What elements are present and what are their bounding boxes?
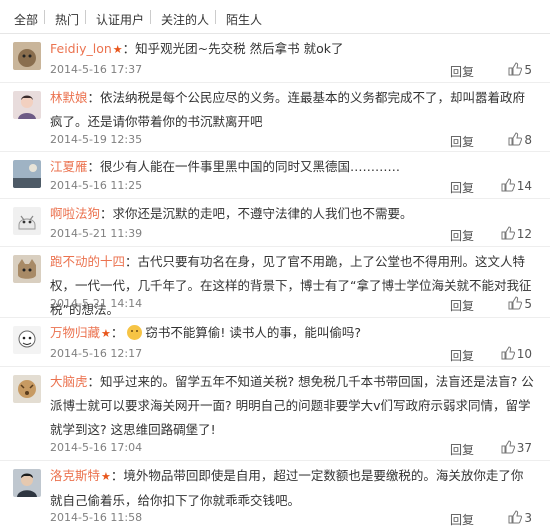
reply-button[interactable]: 回复	[450, 441, 474, 458]
comment-timestamp: 2014-5-16 11:25	[50, 179, 143, 192]
comment-item: 洛克斯特★：境外物品带回即使是自用，超过一定数额也是要缴税的。海关放你走了你就自…	[0, 461, 550, 527]
like-count: 8	[524, 133, 532, 147]
avatar[interactable]	[13, 255, 41, 283]
like-button[interactable]: 8	[508, 132, 532, 147]
comment-item: 江夏雁：很少有人能在一件事里黑中国的同时又黑德国………… 2014-5-16 1…	[0, 152, 550, 199]
reply-button[interactable]: 回复	[450, 227, 474, 244]
thumbs-up-icon	[508, 132, 523, 146]
comment-colon: ：	[87, 159, 101, 174]
comment-timestamp: 2014-5-16 11:58	[50, 511, 143, 524]
reply-button[interactable]: 回复	[450, 179, 474, 196]
like-count: 37	[516, 441, 532, 455]
avatar[interactable]	[13, 207, 41, 235]
thumbs-up-icon	[501, 440, 515, 454]
tab-divider	[44, 10, 45, 24]
like-count: 3	[524, 511, 532, 525]
avatar[interactable]	[13, 42, 41, 70]
avatar[interactable]	[13, 160, 41, 188]
comment-username[interactable]: 大脑虎	[50, 374, 88, 389]
comment-timestamp: 2014-5-21 14:14	[50, 297, 143, 310]
comment-text: 依法纳税是每个公民应尽的义务。连最基本的义务都完成不了，却叫嚣着政府疯了。还是请…	[50, 90, 526, 129]
tab-divider	[150, 10, 151, 24]
vip-badge-icon: ★	[101, 470, 111, 483]
avatar[interactable]	[13, 375, 41, 403]
avatar[interactable]	[13, 91, 41, 119]
tab-hot[interactable]: 热门	[55, 11, 79, 28]
comment-timestamp: 2014-5-16 17:37	[50, 63, 143, 76]
comment-item: 跑不动的十四：古代只要有功名在身，见了官不用跪，上了公堂也不得用刑。这文人特权，…	[0, 247, 550, 318]
tab-all[interactable]: 全部	[14, 11, 38, 28]
filter-tabs: 全部 热门 认证用户 关注的人 陌生人	[0, 0, 550, 34]
like-count: 5	[524, 297, 532, 311]
comment-item: Feidiy_lon★：知乎观光团~先交税 然后拿书 就ok了 2014-5-1…	[0, 34, 550, 83]
comment-colon: ：	[122, 41, 136, 56]
thumbs-up-icon	[508, 296, 523, 310]
reply-button[interactable]: 回复	[450, 347, 474, 364]
comment-text: 求你还是沉默的走吧，不遵守法律的人我们也不需要。	[112, 206, 413, 221]
tab-verified-users[interactable]: 认证用户	[96, 11, 144, 28]
reply-button[interactable]: 回复	[450, 511, 474, 528]
comment-timestamp: 2014-5-19 12:35	[50, 133, 143, 146]
like-button[interactable]: 12	[501, 226, 532, 241]
comment-username[interactable]: Feidiy_lon	[50, 41, 112, 56]
like-button[interactable]: 5	[508, 296, 532, 311]
comment-colon: ：	[125, 254, 138, 269]
reply-button[interactable]: 回复	[450, 63, 474, 80]
avatar[interactable]	[13, 326, 41, 354]
thumbs-up-icon	[508, 62, 523, 76]
vip-badge-icon: ★	[112, 43, 123, 56]
comment-username[interactable]: 跑不动的十四	[50, 254, 125, 269]
vip-badge-icon: ★	[101, 327, 111, 340]
like-count: 5	[524, 63, 532, 77]
comment-colon: ：	[110, 325, 124, 340]
comment-colon: ：	[100, 206, 113, 221]
comment-colon: ：	[87, 90, 101, 105]
comment-username[interactable]: 啊啦法狗	[50, 206, 100, 221]
comment-colon: ：	[110, 468, 124, 483]
tab-following[interactable]: 关注的人	[161, 11, 209, 28]
like-count: 12	[516, 227, 532, 241]
tab-divider	[215, 10, 216, 24]
comment-timestamp: 2014-5-21 11:39	[50, 227, 143, 240]
like-button[interactable]: 3	[508, 510, 532, 525]
thumbs-up-icon	[501, 178, 515, 192]
comment-text: 知乎观光团~先交税 然后拿书 就ok了	[135, 41, 344, 56]
like-count: 10	[516, 347, 532, 361]
comment-timestamp: 2014-5-16 12:17	[50, 347, 143, 360]
like-button[interactable]: 5	[508, 62, 532, 77]
tab-divider	[85, 10, 86, 24]
comment-item: 林默娘：依法纳税是每个公民应尽的义务。连最基本的义务都完成不了，却叫嚣着政府疯了…	[0, 83, 550, 152]
comment-colon: ：	[87, 374, 101, 389]
comment-text: 知乎过来的。留学五年不知道关税? 想免税几千本书带回国，法盲还是法盲? 公派博士…	[50, 374, 534, 437]
thumbs-up-icon	[508, 510, 523, 524]
tab-strangers[interactable]: 陌生人	[226, 11, 262, 28]
thumbs-up-icon	[501, 226, 515, 240]
comment-username[interactable]: 万物归藏	[50, 325, 100, 340]
comment-username[interactable]: 林默娘	[50, 90, 88, 105]
like-button[interactable]: 14	[501, 178, 532, 193]
comment-username[interactable]: 洛克斯特	[50, 468, 100, 483]
avatar[interactable]	[13, 469, 41, 497]
like-button[interactable]: 10	[501, 346, 532, 361]
like-count: 14	[516, 179, 532, 193]
reply-button[interactable]: 回复	[450, 133, 474, 150]
comment-timestamp: 2014-5-16 17:04	[50, 441, 143, 454]
emoticon-icon	[127, 325, 143, 340]
comment-username[interactable]: 江夏雁	[50, 159, 88, 174]
thumbs-up-icon	[501, 346, 515, 360]
comment-text: 窃书不能算偷! 读书人的事，能叫偷吗?	[145, 325, 362, 340]
comment-text: 很少有人能在一件事里黑中国的同时又黑德国…………	[100, 159, 401, 174]
comment-item: 大脑虎：知乎过来的。留学五年不知道关税? 想免税几千本书带回国，法盲还是法盲? …	[0, 367, 550, 461]
reply-button[interactable]: 回复	[450, 297, 474, 314]
comment-item: 啊啦法狗：求你还是沉默的走吧，不遵守法律的人我们也不需要。 2014-5-21 …	[0, 199, 550, 247]
like-button[interactable]: 37	[501, 440, 532, 455]
comment-item: 万物归藏★： 窃书不能算偷! 读书人的事，能叫偷吗? 2014-5-16 12:1…	[0, 318, 550, 367]
